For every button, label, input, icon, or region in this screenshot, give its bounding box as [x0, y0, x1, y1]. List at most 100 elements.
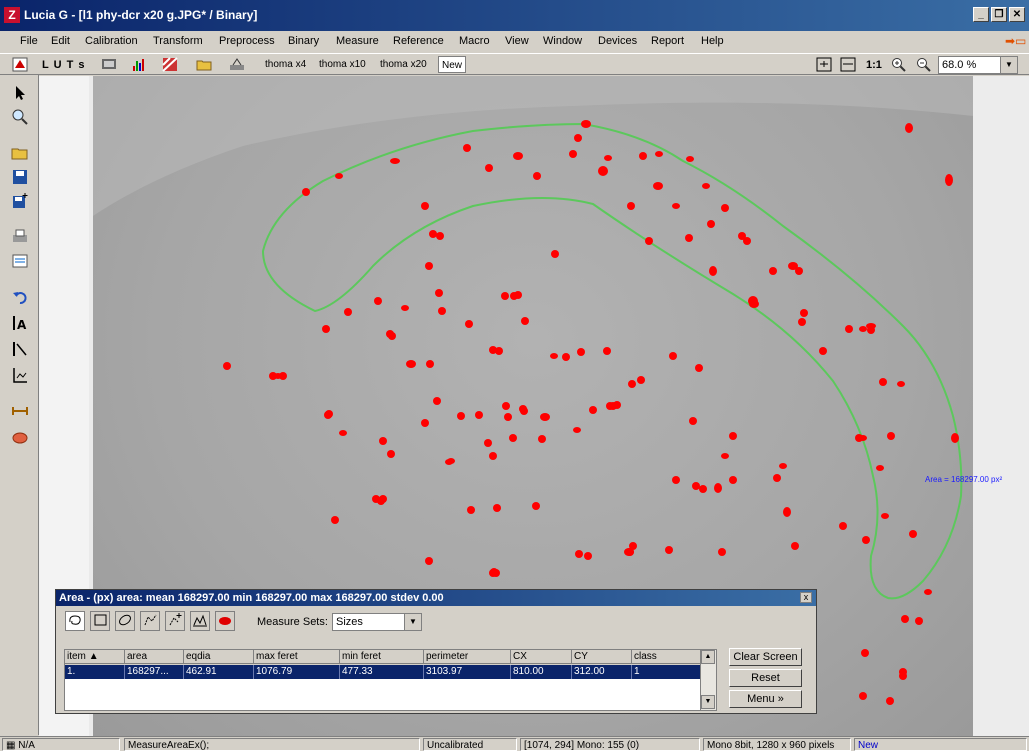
- zoom-select[interactable]: 68.0 % ▼: [938, 56, 1018, 74]
- column-header-class[interactable]: class: [632, 650, 701, 664]
- measure-sets-value: Sizes: [336, 616, 363, 628]
- menu-edit[interactable]: Edit: [51, 35, 70, 47]
- length-measure-icon[interactable]: [11, 402, 29, 420]
- status-image-info: Mono 8bit, 1280 x 960 pixels: [703, 738, 851, 751]
- lasso-icon: [69, 615, 81, 625]
- measure-sets-select[interactable]: Sizes ▼: [332, 613, 422, 631]
- column-header-area[interactable]: area: [125, 650, 184, 664]
- menu-report[interactable]: Report: [651, 35, 684, 47]
- pseudocolor-icon[interactable]: [162, 57, 178, 72]
- panel-title: Area - (px) area: mean 168297.00 min 168…: [56, 590, 816, 606]
- minimize-button[interactable]: _: [973, 7, 989, 22]
- table-row[interactable]: 1. 168297... 462.91 1076.79 477.33 3103.…: [65, 665, 701, 679]
- pointer-icon[interactable]: [11, 84, 29, 102]
- table-header: item ▲ area eqdia max feret min feret pe…: [65, 650, 716, 665]
- column-header-perimeter[interactable]: perimeter: [424, 650, 511, 664]
- reset-button[interactable]: Reset: [729, 669, 802, 687]
- scroll-down-icon[interactable]: ▼: [701, 695, 715, 709]
- clear-screen-button[interactable]: Clear Screen: [729, 648, 802, 666]
- column-header-max-feret[interactable]: max feret: [254, 650, 340, 664]
- zoom-out-icon[interactable]: [916, 57, 932, 72]
- menu-reference[interactable]: Reference: [393, 35, 444, 47]
- status-cursor: [1074, 294] Mono: 155 (0): [520, 738, 700, 751]
- open-file-icon[interactable]: [11, 144, 29, 162]
- mdi-restore-icon[interactable]: ➡▭: [1005, 34, 1027, 48]
- window-title: Lucia G - [l1 phy-dcr x20 g.JPG* / Binar…: [24, 8, 258, 22]
- measure-sets-label: Measure Sets:: [257, 616, 328, 628]
- histogram-icon[interactable]: [131, 57, 147, 72]
- svg-text:A: A: [17, 318, 27, 332]
- main-toolbar: L U T s thoma x4 thoma x10 thoma x20 New…: [0, 53, 1029, 75]
- polyline-add-tool-button[interactable]: [165, 611, 185, 631]
- rectangle-tool-button[interactable]: [90, 611, 110, 631]
- roi-outline[interactable]: [261, 122, 963, 600]
- status-na: ▦ N/A: [2, 738, 120, 751]
- shape-tool-icon[interactable]: [11, 428, 29, 446]
- measurement-panel: Area - (px) area: mean 168297.00 min 168…: [55, 589, 817, 714]
- blob-fill-icon: [219, 617, 231, 625]
- tab-new[interactable]: New: [438, 56, 467, 73]
- status-state: New: [854, 738, 1027, 751]
- tool-palette: A: [0, 75, 39, 735]
- luts-label[interactable]: L U T s: [42, 57, 85, 73]
- save-as-icon[interactable]: [11, 192, 29, 210]
- menu-devices[interactable]: Devices: [598, 35, 637, 47]
- panel-close-button[interactable]: x: [800, 592, 812, 603]
- menu-measure[interactable]: Measure: [336, 35, 379, 47]
- print-icon[interactable]: [11, 228, 29, 246]
- magnifier-icon[interactable]: [11, 108, 29, 126]
- ellipse-tool-button[interactable]: [115, 611, 135, 631]
- undo-icon[interactable]: [11, 288, 29, 306]
- rectangle-icon: [94, 614, 107, 626]
- menu-view[interactable]: View: [505, 35, 529, 47]
- panel-menu-button[interactable]: Menu »: [729, 690, 802, 708]
- menu-transform[interactable]: Transform: [153, 35, 203, 47]
- scanner-icon[interactable]: [229, 57, 245, 72]
- column-header-cx[interactable]: CX: [511, 650, 572, 664]
- open-folder-icon[interactable]: [196, 57, 212, 72]
- cell-perimeter: 3103.97: [424, 665, 511, 679]
- fit-width-icon[interactable]: [840, 57, 856, 72]
- cell-cy: 312.00: [572, 665, 632, 679]
- chevron-down-icon[interactable]: ▼: [1000, 57, 1017, 73]
- ellipse-icon: [119, 614, 131, 626]
- save-icon[interactable]: [11, 168, 29, 186]
- freehand-tool-button[interactable]: [65, 611, 85, 631]
- cell-item: 1.: [65, 665, 125, 679]
- close-button[interactable]: ✕: [1009, 7, 1025, 22]
- zoom-1to1-button[interactable]: 1:1: [866, 57, 882, 73]
- table-scrollbar[interactable]: ▲ ▼: [700, 650, 716, 710]
- text-annotation-icon[interactable]: A: [11, 314, 29, 332]
- menu-binary[interactable]: Binary: [288, 35, 319, 47]
- column-header-min-feret[interactable]: min feret: [340, 650, 424, 664]
- status-bar: ▦ N/A MeasureAreaEx(); Uncalibrated [107…: [0, 736, 1029, 751]
- scroll-up-icon[interactable]: ▲: [701, 650, 715, 664]
- column-header-cy[interactable]: CY: [572, 650, 632, 664]
- tab-thoma-x20[interactable]: thoma x20: [377, 56, 430, 73]
- cell-area: 168297...: [125, 665, 184, 679]
- polygon-tool-button[interactable]: [140, 611, 160, 631]
- menu-file[interactable]: File: [20, 35, 38, 47]
- menu-preprocess[interactable]: Preprocess: [219, 35, 275, 47]
- menu-window[interactable]: Window: [543, 35, 582, 47]
- menu-help[interactable]: Help: [701, 35, 724, 47]
- menu-calibration[interactable]: Calibration: [85, 35, 138, 47]
- lut-arrow-icon[interactable]: [12, 57, 28, 72]
- polygon-icon: [144, 614, 157, 626]
- text-arrow-icon[interactable]: [11, 340, 29, 358]
- maximize-button[interactable]: ❐: [991, 7, 1007, 22]
- report-icon[interactable]: [11, 252, 29, 270]
- column-header-item[interactable]: item ▲: [65, 650, 125, 664]
- zoom-in-icon[interactable]: [891, 57, 907, 72]
- profile-tool-button[interactable]: [190, 611, 210, 631]
- tab-thoma-x10[interactable]: thoma x10: [316, 56, 369, 73]
- tab-thoma-x4[interactable]: thoma x4: [262, 56, 309, 73]
- chevron-down-icon[interactable]: ▼: [404, 614, 421, 630]
- column-header-eqdia[interactable]: eqdia: [184, 650, 254, 664]
- menu-macro[interactable]: Macro: [459, 35, 490, 47]
- fill-tool-button[interactable]: [215, 611, 235, 631]
- fit-window-icon[interactable]: [816, 57, 832, 72]
- sort-arrow-icon: ▲: [88, 651, 99, 662]
- display-icon[interactable]: [101, 57, 117, 72]
- text-chart-icon[interactable]: [11, 366, 29, 384]
